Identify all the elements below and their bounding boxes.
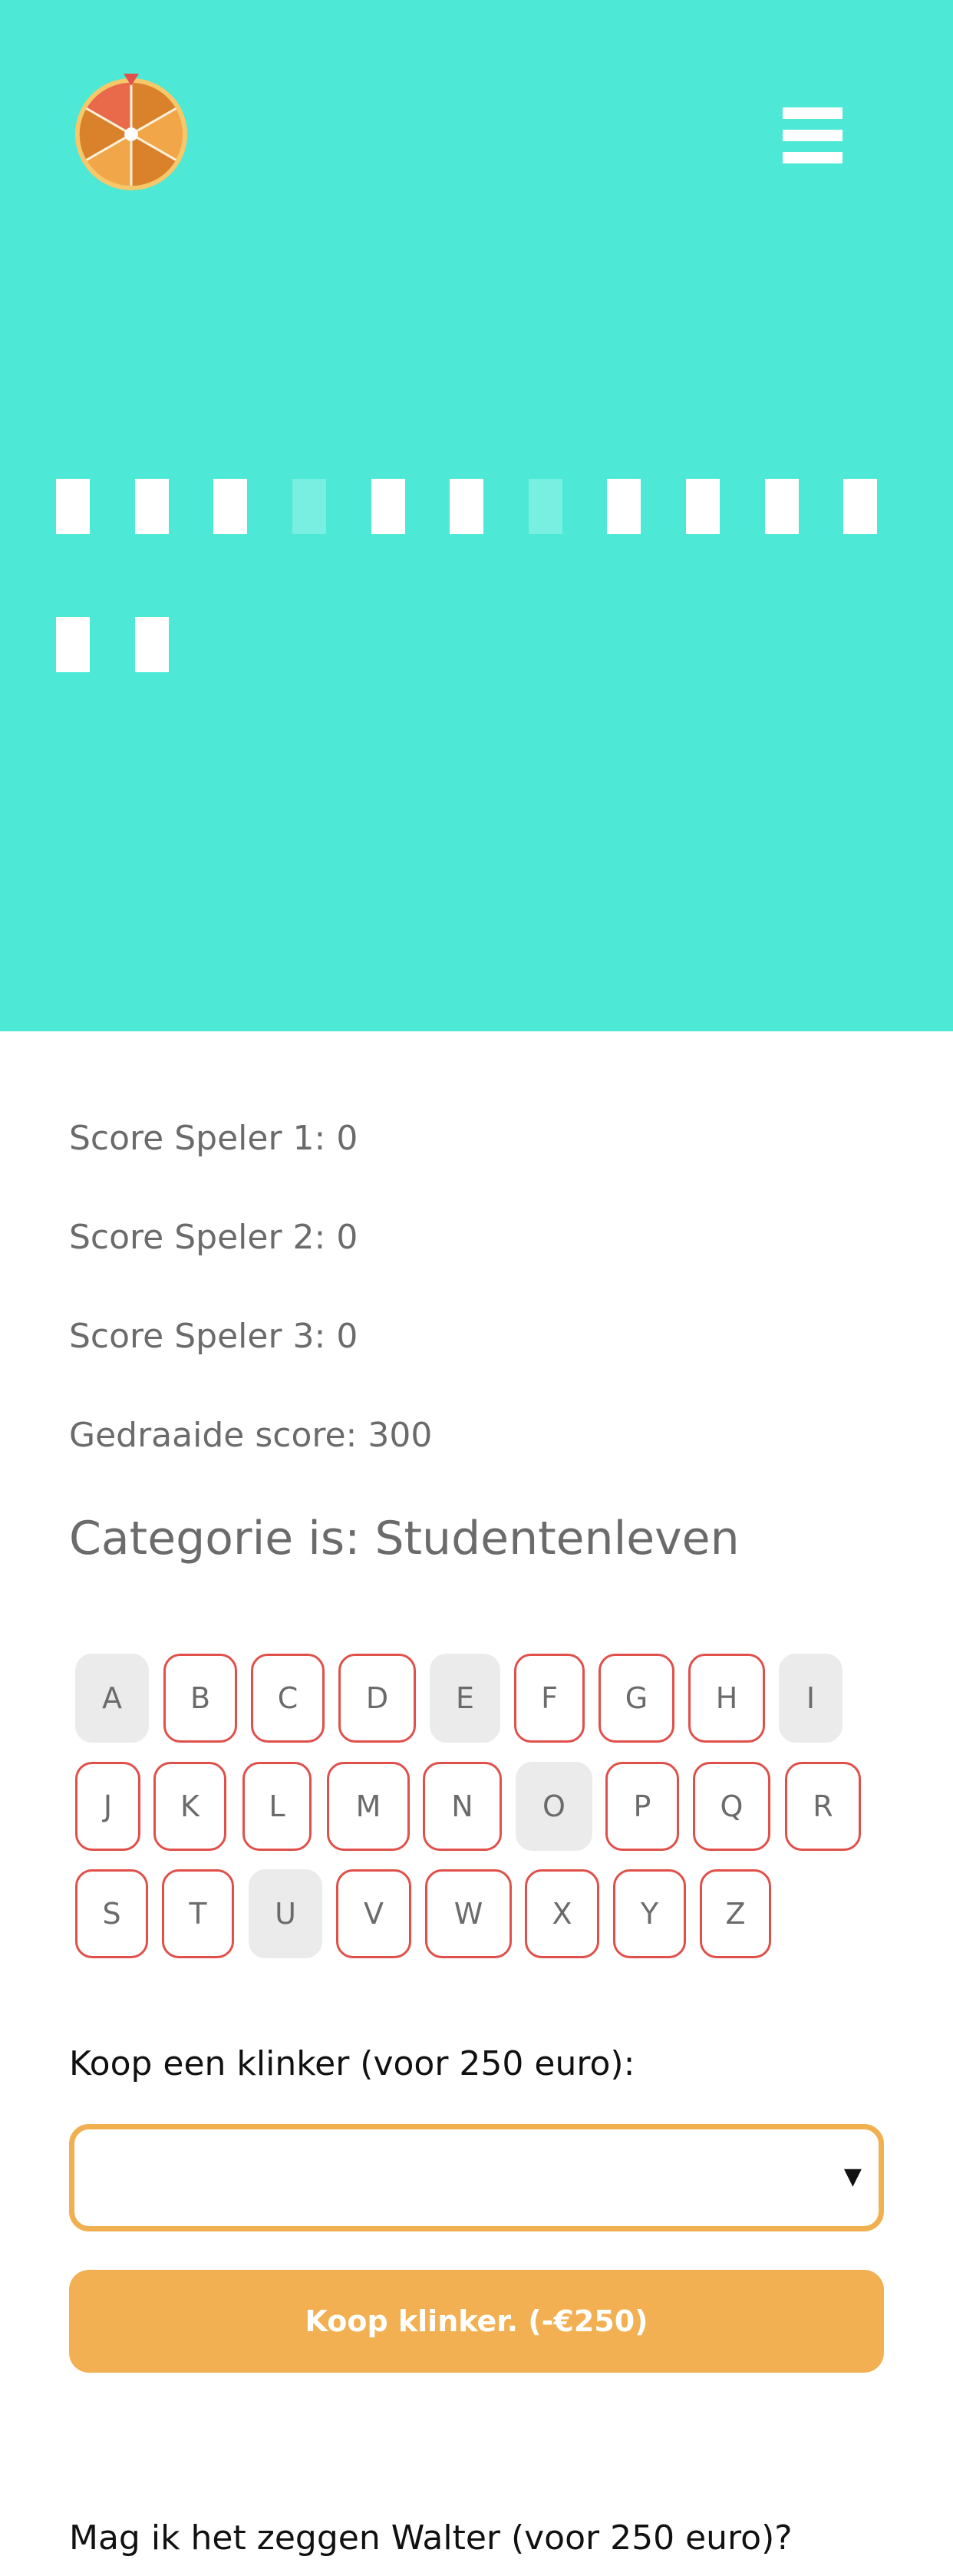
key-n[interactable]: N bbox=[423, 1762, 502, 1851]
letter-tile bbox=[56, 617, 90, 672]
score-player-3: Score Speler 3: 0 bbox=[69, 1317, 358, 1356]
key-z[interactable]: Z bbox=[700, 1869, 771, 1958]
space-tile bbox=[529, 479, 562, 534]
letter-tile bbox=[686, 479, 720, 534]
key-p[interactable]: P bbox=[605, 1762, 679, 1851]
letter-tile bbox=[607, 479, 641, 534]
key-j[interactable]: J bbox=[75, 1762, 140, 1851]
key-a[interactable]: A bbox=[75, 1654, 149, 1743]
key-t[interactable]: T bbox=[162, 1869, 234, 1958]
key-v[interactable]: V bbox=[336, 1869, 411, 1958]
key-l[interactable]: L bbox=[242, 1762, 312, 1851]
vowel-select[interactable]: ▼ bbox=[69, 2124, 884, 2231]
key-d[interactable]: D bbox=[338, 1654, 416, 1743]
key-e[interactable]: E bbox=[430, 1654, 500, 1743]
key-f[interactable]: F bbox=[514, 1654, 585, 1743]
key-o[interactable]: O bbox=[516, 1762, 592, 1851]
spun-score: Gedraaide score: 300 bbox=[69, 1416, 433, 1455]
key-b[interactable]: B bbox=[163, 1654, 237, 1743]
letter-tile bbox=[371, 479, 405, 534]
key-h[interactable]: H bbox=[688, 1654, 765, 1743]
solve-puzzle-label: Mag ik het zeggen Walter (voor 250 euro)… bbox=[69, 2518, 793, 2558]
hamburger-bar bbox=[783, 130, 843, 141]
letter-tile bbox=[135, 479, 169, 534]
score-player-2: Score Speler 2: 0 bbox=[69, 1218, 358, 1257]
buy-vowel-button[interactable]: Koop klinker. (-€250) bbox=[69, 2270, 884, 2373]
letter-tile bbox=[843, 479, 877, 534]
key-u[interactable]: U bbox=[249, 1869, 322, 1958]
key-x[interactable]: X bbox=[525, 1869, 599, 1958]
key-k[interactable]: K bbox=[153, 1762, 226, 1851]
key-s[interactable]: S bbox=[75, 1869, 148, 1958]
key-c[interactable]: C bbox=[251, 1654, 325, 1743]
key-q[interactable]: Q bbox=[693, 1762, 770, 1851]
letter-tile bbox=[135, 617, 169, 672]
letter-tile bbox=[56, 479, 90, 534]
wheel-of-fortune-icon[interactable] bbox=[71, 71, 192, 192]
chevron-down-icon: ▼ bbox=[843, 2163, 862, 2190]
letter-tile bbox=[450, 479, 483, 534]
letter-tile bbox=[213, 479, 247, 534]
score-player-1: Score Speler 1: 0 bbox=[69, 1119, 358, 1158]
hamburger-bar bbox=[783, 152, 843, 163]
puzzle-board bbox=[0, 0, 953, 1031]
space-tile bbox=[292, 479, 326, 534]
letter-tile bbox=[765, 479, 799, 534]
key-i[interactable]: I bbox=[779, 1654, 843, 1743]
hamburger-bar bbox=[783, 107, 843, 119]
key-w[interactable]: W bbox=[425, 1869, 512, 1958]
key-r[interactable]: R bbox=[785, 1762, 861, 1851]
buy-vowel-label: Koop een klinker (voor 250 euro): bbox=[69, 2044, 635, 2083]
category-title: Categorie is: Studentenleven bbox=[69, 1512, 740, 1565]
key-m[interactable]: M bbox=[327, 1762, 410, 1851]
key-g[interactable]: G bbox=[599, 1654, 674, 1743]
menu-button[interactable] bbox=[783, 107, 844, 169]
key-y[interactable]: Y bbox=[613, 1869, 686, 1958]
